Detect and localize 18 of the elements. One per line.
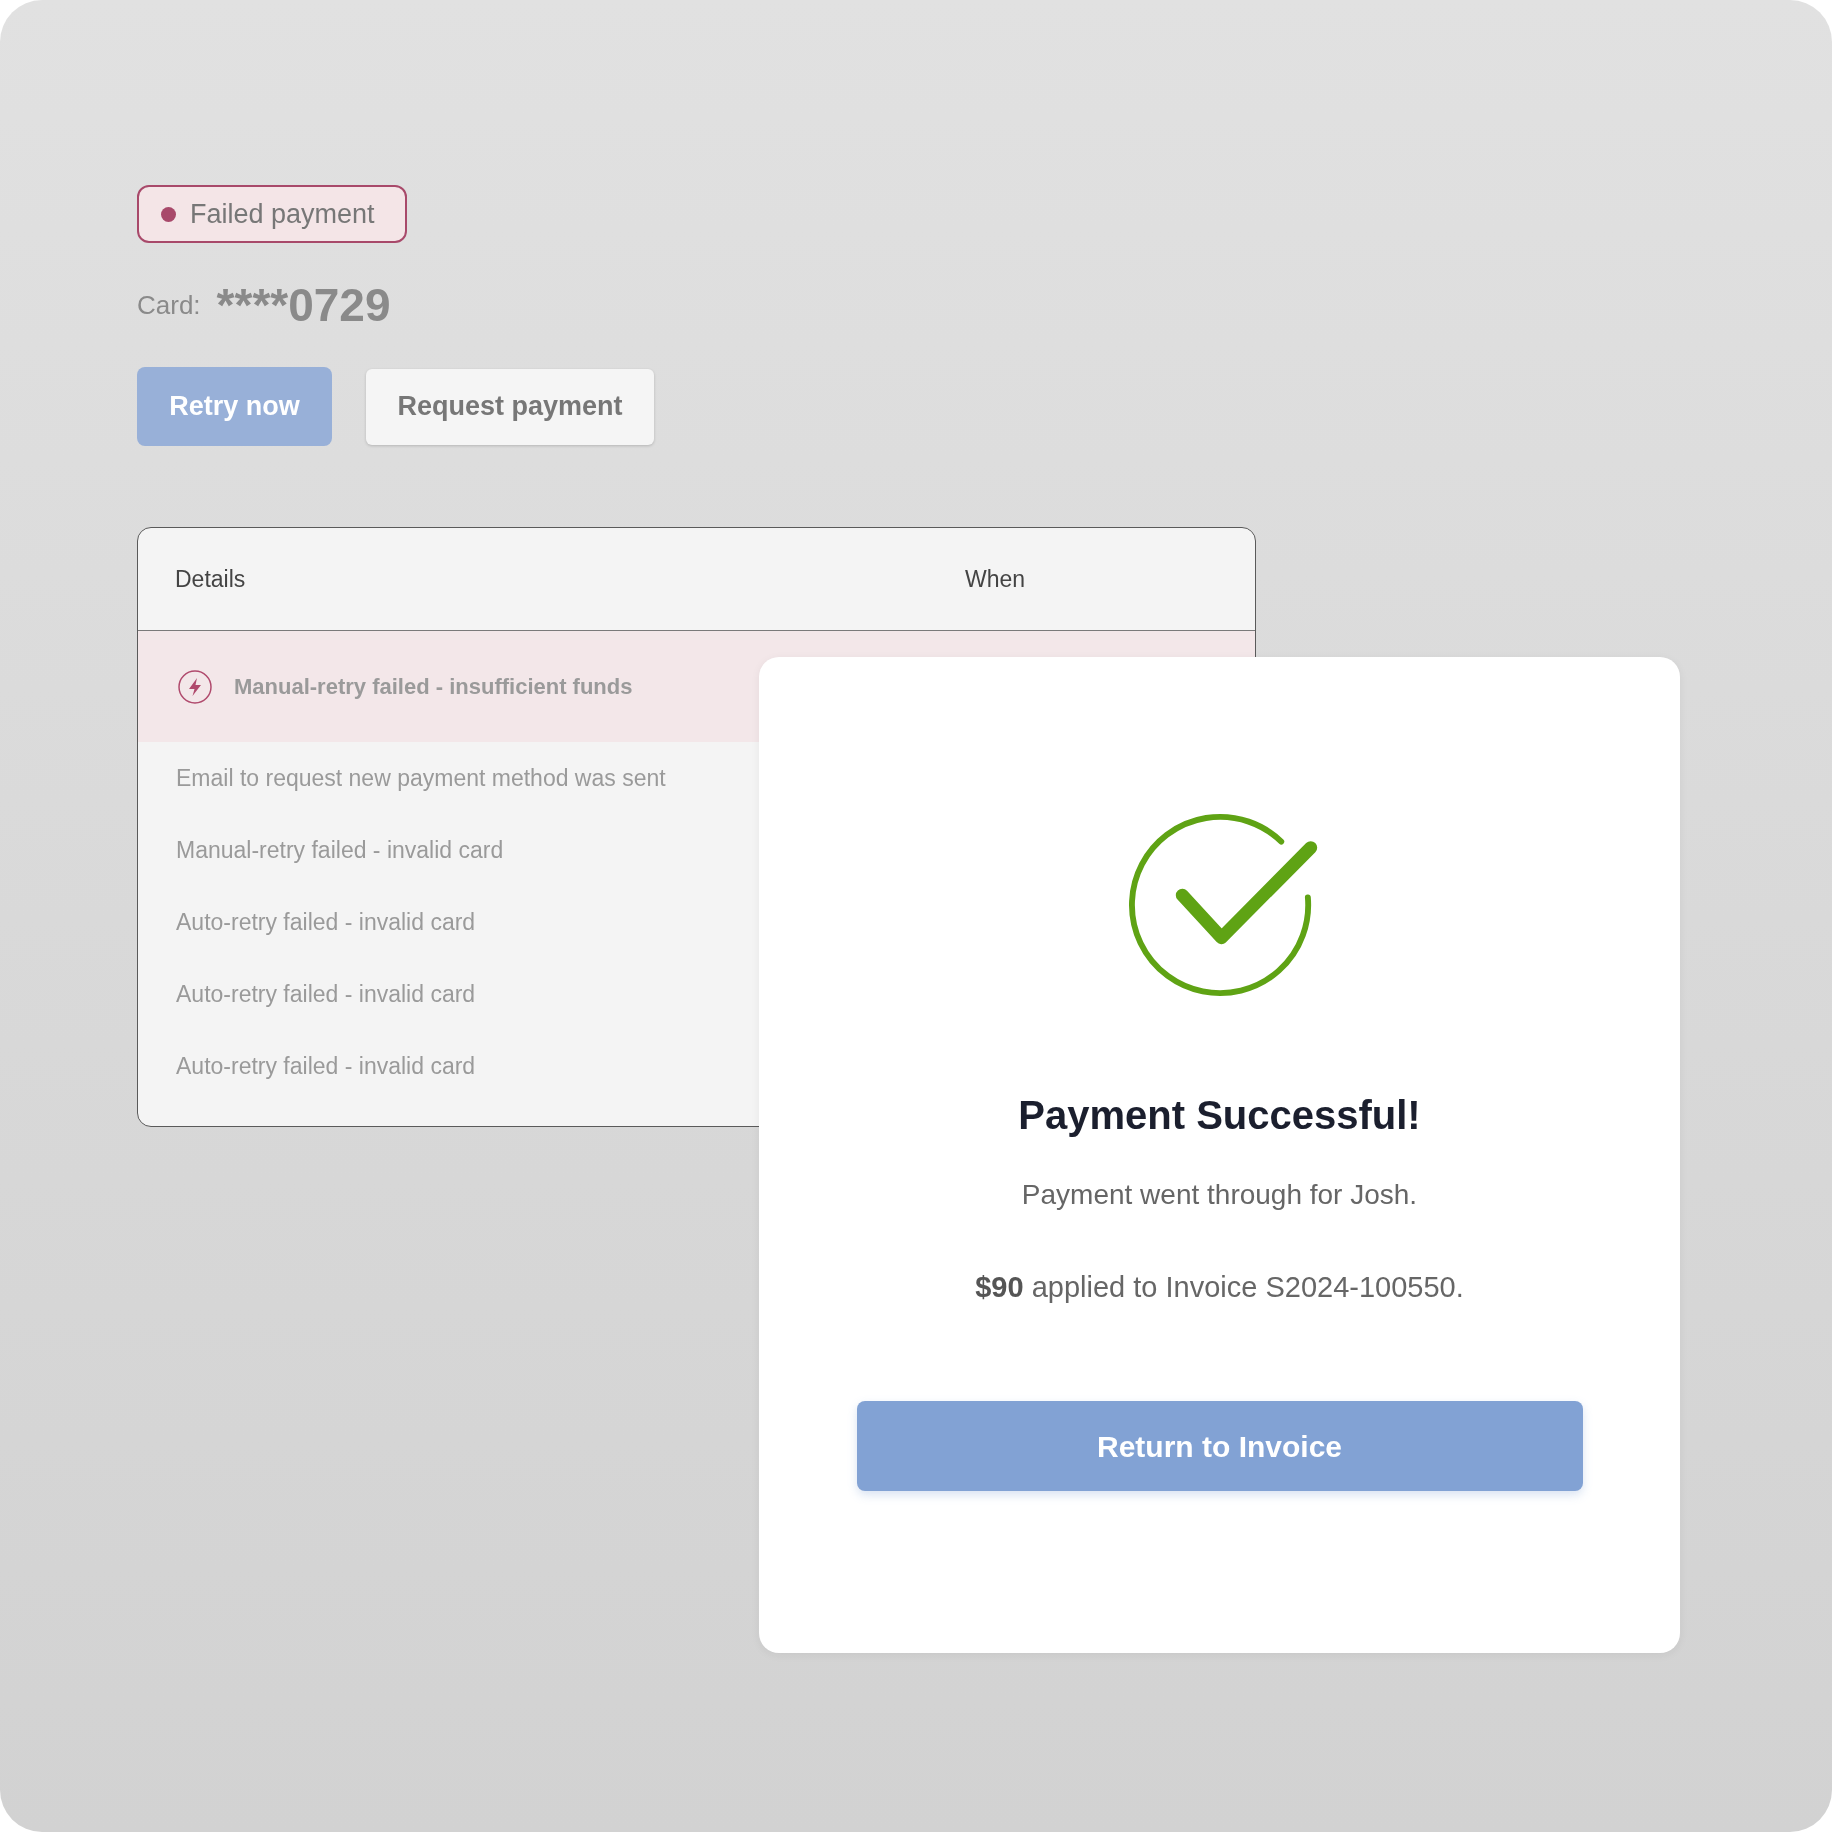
- table-cell-text: Auto-retry failed - invalid card: [176, 907, 476, 937]
- card-number: ****0729: [216, 277, 391, 333]
- table-cell-text: Auto-retry failed - invalid card: [176, 1051, 476, 1081]
- retry-button[interactable]: Retry now: [137, 367, 332, 446]
- dialog-title: Payment Successful!: [1018, 1092, 1421, 1139]
- request-payment-button[interactable]: Request payment: [366, 368, 654, 445]
- column-header: When: [965, 565, 1026, 592]
- lightning-bolt-icon: [178, 669, 212, 704]
- dialog-summary: $90 applied to Invoice S2024-100550.: [975, 1270, 1464, 1305]
- table-cell-text: Manual-retry failed - insufficient funds: [234, 673, 633, 701]
- table-cell-text: Email to request new payment method was sent: [176, 763, 666, 793]
- table-cell-text: Manual-retry failed - invalid card: [176, 835, 504, 865]
- dialog-message: Payment went through for Josh.: [1021, 1178, 1418, 1212]
- table-cell-text: Auto-retry failed - invalid card: [176, 979, 476, 1009]
- column-header: Details: [175, 565, 246, 592]
- status-text: Failed payment: [190, 197, 375, 231]
- return-to-invoice-button[interactable]: Return to Invoice: [856, 1401, 1583, 1491]
- card-label: Card:: [137, 288, 201, 322]
